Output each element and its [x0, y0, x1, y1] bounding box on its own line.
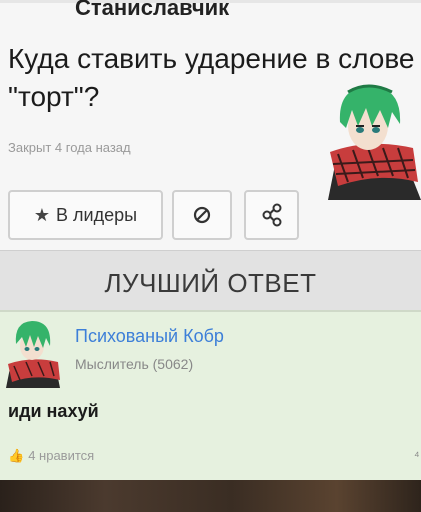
- star-icon: ★: [33, 204, 51, 225]
- author-avatar[interactable]: [318, 82, 421, 200]
- answer-text: иди нахуй: [8, 401, 99, 421]
- add-to-leaders-button[interactable]: ★ В лидеры: [8, 190, 163, 240]
- share-button[interactable]: [244, 190, 299, 240]
- thumb-up-icon: 👍: [8, 448, 25, 463]
- share-icon: [262, 203, 281, 227]
- block-button[interactable]: [172, 190, 232, 240]
- answerer-avatar[interactable]: [2, 318, 62, 388]
- screen: Станиславчик Куда ставить ударение в сло…: [0, 0, 421, 512]
- background-photo: [0, 480, 421, 512]
- likes-count: 4 нравится: [28, 448, 95, 463]
- leaders-label: В лидеры: [56, 204, 138, 225]
- closed-note: Закрыт 4 года назад: [8, 140, 131, 155]
- best-answer-title: ЛУЧШИЙ ОТВЕТ: [104, 268, 317, 298]
- likes-button[interactable]: 👍 4 нравится: [8, 448, 94, 464]
- question-author[interactable]: Станиславчик: [75, 0, 229, 21]
- answerer-name[interactable]: Психованый Кобр: [75, 326, 224, 347]
- answerer-rank: Мыслитель (5062): [75, 356, 194, 372]
- more-indicator: ⁴: [414, 448, 420, 463]
- block-icon: [193, 206, 211, 224]
